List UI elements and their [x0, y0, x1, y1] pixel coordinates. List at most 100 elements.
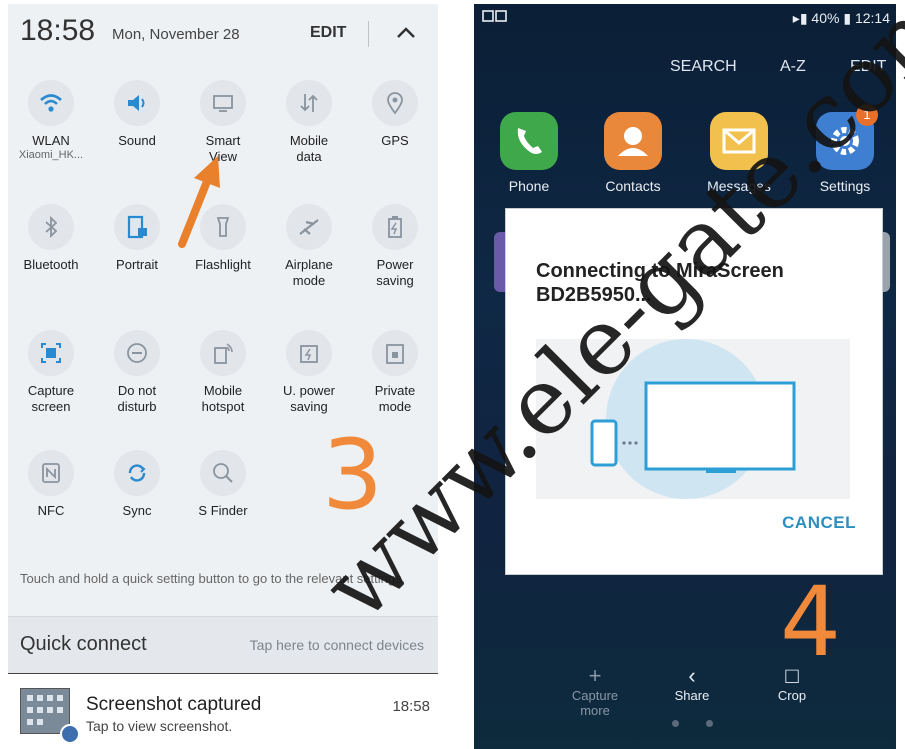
tile-label: Power saving — [376, 257, 414, 288]
tile-label: Airplane mode — [285, 257, 333, 288]
action-label: Capture more — [571, 688, 619, 718]
quick-connect-bar[interactable]: Quick connect Tap here to connect device… — [8, 616, 438, 675]
chevron-up-icon — [397, 27, 415, 38]
apps-toolbar: SEARCH A-Z EDIT — [474, 54, 896, 84]
capture-screen-icon — [41, 343, 61, 363]
tile-label: GPS — [381, 133, 409, 148]
tile-label: Do not disturb — [117, 383, 157, 414]
share-button[interactable]: ‹ Share — [652, 663, 732, 704]
nfc-icon — [42, 463, 60, 483]
private-mode-icon — [386, 344, 404, 364]
dialog-title: Connecting to MiraScreen BD2B5950... — [536, 260, 784, 306]
tile-sync[interactable]: Sync — [94, 450, 180, 519]
plus-icon: + — [588, 663, 602, 688]
app-label: Phone — [508, 178, 550, 194]
tile-label: Mobile hotspot — [201, 383, 245, 414]
capture-more-button[interactable]: + Capture more — [555, 663, 635, 719]
app-settings[interactable]: 1 Settings — [800, 104, 890, 194]
cancel-button[interactable]: CANCEL — [782, 513, 856, 533]
quick-settings-hint: Touch and hold a quick setting button to… — [20, 571, 406, 586]
search-icon — [213, 463, 233, 483]
tile-nfc[interactable]: NFC — [8, 450, 94, 519]
tile-airplane-mode[interactable]: Airplane mode — [266, 204, 352, 289]
messages-icon — [710, 112, 768, 170]
tile-label: Mobile data — [289, 133, 329, 164]
signal-icon: ▸▮ — [792, 10, 808, 26]
portrait-lock-icon — [127, 215, 147, 239]
tile-bluetooth[interactable]: Bluetooth — [8, 204, 94, 273]
tile-ultra-power-saving[interactable]: U. power saving — [266, 330, 352, 415]
phone-icon — [500, 112, 558, 170]
divider — [368, 21, 369, 47]
crop-icon: □ — [785, 663, 799, 688]
app-messages[interactable]: Messages — [694, 112, 784, 194]
tile-label: WLAN — [32, 133, 70, 148]
tile-label: S Finder — [198, 503, 248, 518]
sort-az-button[interactable]: A-Z — [780, 58, 806, 76]
page-indicator-dot — [672, 720, 679, 727]
tile-label: Bluetooth — [23, 257, 79, 272]
tile-capture-screen[interactable]: Capture screen — [8, 330, 94, 415]
battery-icon: ▮ — [843, 10, 852, 26]
screenshot-notification[interactable]: Screenshot captured Tap to view screensh… — [8, 674, 438, 749]
tile-mobile-data[interactable]: Mobile data — [266, 80, 352, 165]
tile-sound[interactable]: Sound — [94, 80, 180, 149]
tile-wlan[interactable]: WLAN Xiaomi_HK... — [8, 80, 94, 162]
app-label: Messages — [707, 178, 771, 194]
tile-sublabel: Xiaomi_HK... — [18, 149, 84, 161]
gallery-icon — [482, 10, 507, 22]
phone-outline-icon — [590, 419, 618, 467]
mobile-data-icon — [300, 94, 318, 112]
collapse-panel-button[interactable] — [392, 19, 420, 47]
sync-icon — [128, 464, 146, 482]
app-contacts[interactable]: Contacts — [588, 112, 678, 194]
app-phone[interactable]: Phone — [484, 112, 574, 194]
do-not-disturb-icon — [127, 343, 147, 363]
tile-label: Sound — [118, 133, 156, 148]
bluetooth-icon — [45, 215, 58, 239]
tile-private-mode[interactable]: Private mode — [352, 330, 438, 415]
hotspot-icon — [214, 343, 233, 364]
tile-label: Capture screen — [27, 383, 75, 414]
notification-time: 18:58 — [392, 698, 430, 715]
settings-badge: 1 — [856, 104, 878, 126]
wifi-icon — [40, 94, 62, 112]
tile-label: Flashlight — [195, 257, 251, 272]
crop-button[interactable]: □ Crop — [752, 663, 832, 704]
tile-do-not-disturb[interactable]: Do not disturb — [94, 330, 180, 415]
status-time: 12:14 — [854, 10, 890, 26]
gallery-badge-icon — [60, 724, 80, 744]
status-bar: ▸▮ 40% ▮ 12:14 — [474, 4, 896, 30]
status-right-group: ▸▮ 40% ▮ 12:14 — [793, 10, 890, 27]
settings-gear-icon: 1 — [816, 104, 878, 170]
tile-label: Portrait — [116, 257, 158, 272]
date-label: Mon, November 28 — [112, 26, 240, 43]
app-label: Settings — [819, 178, 871, 194]
volume-icon — [128, 95, 145, 111]
tile-mobile-hotspot[interactable]: Mobile hotspot — [180, 330, 266, 415]
tile-label: Private mode — [374, 383, 416, 414]
screen-mirroring-illustration — [536, 339, 850, 499]
search-button[interactable]: SEARCH — [670, 58, 737, 76]
annotation-arrow-icon — [178, 156, 220, 248]
tile-s-finder[interactable]: S Finder — [180, 450, 266, 519]
quick-panel-header: 18:58 Mon, November 28 EDIT — [8, 4, 438, 62]
edit-apps-button[interactable]: EDIT — [850, 58, 886, 76]
app-label: Contacts — [605, 178, 661, 194]
background-app-edge — [882, 232, 890, 292]
battery-icon — [388, 216, 402, 238]
location-pin-icon — [387, 92, 403, 115]
edit-quick-settings-button[interactable]: EDIT — [310, 24, 346, 42]
action-label: Crop — [777, 688, 807, 703]
home-screen: ▸▮ 40% ▮ 12:14 SEARCH A-Z EDIT Phone Con… — [474, 4, 896, 749]
tile-power-saving[interactable]: Power saving — [352, 204, 438, 289]
step-number-3: 3 — [322, 419, 384, 531]
page-indicator-dot — [706, 720, 713, 727]
quick-settings-panel: 18:58 Mon, November 28 EDIT WLAN Xiaomi_… — [8, 4, 438, 749]
share-icon: ‹ — [688, 663, 696, 688]
tile-gps[interactable]: GPS — [352, 80, 438, 149]
step-number-4: 4 — [780, 566, 842, 678]
clock: 18:58 — [20, 14, 96, 47]
status-notification-icons — [482, 10, 508, 27]
tile-portrait[interactable]: Portrait — [94, 204, 180, 273]
